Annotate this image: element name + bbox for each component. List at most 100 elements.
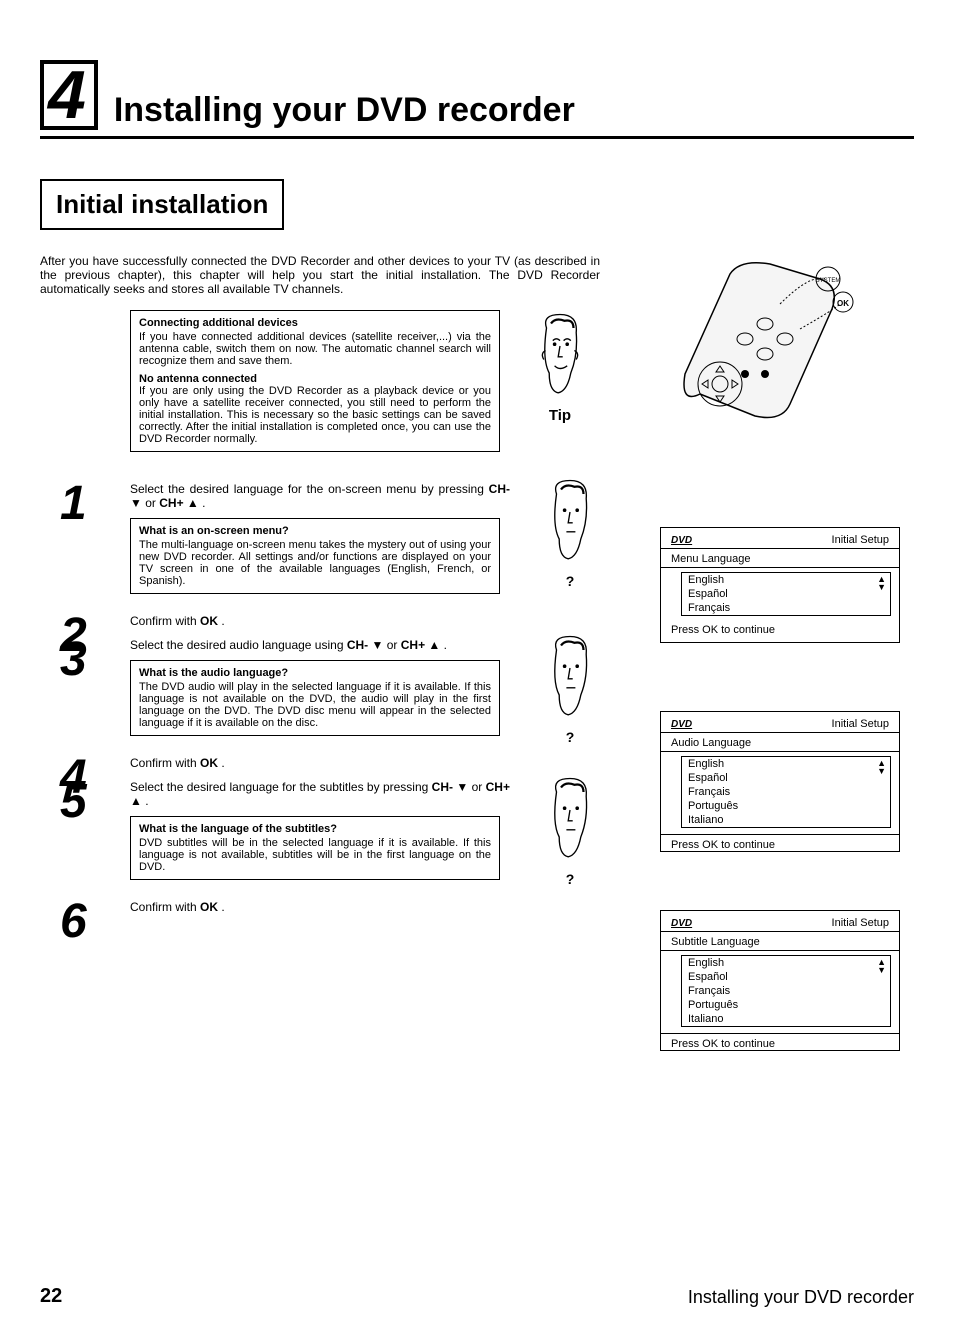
osd-section-label: Audio Language xyxy=(661,733,899,752)
text: . xyxy=(444,638,447,652)
list-item: English xyxy=(682,956,890,970)
face-question-icon: ? xyxy=(530,774,610,887)
osd-title: Initial Setup xyxy=(832,718,889,730)
text: Confirm with xyxy=(130,614,200,628)
dvd-logo: DVD xyxy=(671,535,692,546)
step-4: 4 Confirm with OK . xyxy=(40,756,640,770)
text: . xyxy=(221,756,224,770)
osd-footer: Press OK to continue xyxy=(661,1033,899,1050)
down-arrow-icon: ▼ xyxy=(453,780,468,794)
dvd-logo: DVD xyxy=(671,918,692,929)
step-text: Select the desired language for the on-s… xyxy=(130,482,510,510)
note-body: The DVD audio will play in the selected … xyxy=(139,681,491,729)
tip-label: Tip xyxy=(520,407,600,424)
text: Select the desired language for the subt… xyxy=(130,780,432,794)
ch-plus-label: CH+ xyxy=(159,496,183,510)
osd-menu-language: DVD Initial Setup Menu Language ▲▼ Engli… xyxy=(660,527,900,643)
note-body: The multi-language on-screen menu takes … xyxy=(139,539,491,587)
ok-label: OK xyxy=(837,299,849,308)
page-footer: 22 Installing your DVD recorder xyxy=(40,1285,914,1308)
note-box-subtitle: What is the language of the subtitles? D… xyxy=(130,816,500,880)
step-3: 3 Select the desired audio language usin… xyxy=(40,638,640,652)
ok-label: OK xyxy=(200,614,218,628)
note-title: Connecting additional devices xyxy=(139,317,491,329)
osd-title: Initial Setup xyxy=(832,534,889,546)
note-body: DVD subtitles will be in the selected la… xyxy=(139,837,491,873)
step-number: 1 xyxy=(60,476,87,531)
osd-list: ▲▼ English Español Français xyxy=(681,572,891,616)
step-text: Confirm with OK . xyxy=(130,756,510,770)
osd-section-label: Subtitle Language xyxy=(661,932,899,951)
list-item: Español xyxy=(682,771,890,785)
text: Confirm with xyxy=(130,756,200,770)
step-text: Confirm with OK . xyxy=(130,900,510,914)
note-box-osd: What is an on-screen menu? The multi-lan… xyxy=(130,518,500,594)
text: Select the desired audio language using xyxy=(130,638,347,652)
osd-list: ▲▼ English Español Français Português It… xyxy=(681,955,891,1027)
note-title: What is the language of the subtitles? xyxy=(139,823,491,835)
list-item: Français xyxy=(682,984,890,998)
step-6: 6 Confirm with OK . xyxy=(40,900,640,914)
text: . xyxy=(221,614,224,628)
up-arrow-icon: ▲ xyxy=(184,496,199,510)
step-number: 6 xyxy=(60,894,87,949)
text: Select the desired language for the on-s… xyxy=(130,482,489,496)
list-item: Español xyxy=(682,587,890,601)
list-item: Français xyxy=(682,785,890,799)
system-label: SYSTEM xyxy=(816,278,841,284)
question-mark-icon: ? xyxy=(530,871,610,887)
step-number: 5 xyxy=(60,774,87,829)
step-5: 5 Select the desired language for the su… xyxy=(40,780,640,808)
page-number: 22 xyxy=(40,1285,62,1308)
step-text: Confirm with OK . xyxy=(130,614,510,628)
scroll-arrows-icon: ▲▼ xyxy=(877,575,886,591)
step-text: Select the desired language for the subt… xyxy=(130,780,510,808)
chapter-title: Installing your DVD recorder xyxy=(114,91,575,130)
chapter-number: 4 xyxy=(40,60,98,130)
ch-plus-label: CH+ xyxy=(486,780,510,794)
ok-label: OK xyxy=(200,900,218,914)
step-text: Select the desired audio language using … xyxy=(130,638,510,652)
list-item: Italiano xyxy=(682,813,890,827)
list-item: Français xyxy=(682,601,890,615)
footer-title: Installing your DVD recorder xyxy=(688,1287,914,1308)
ch-minus-label: CH- xyxy=(432,780,453,794)
note-body2: If you are only using the DVD Recorder a… xyxy=(139,385,491,445)
osd-title: Initial Setup xyxy=(832,917,889,929)
intro-paragraph: After you have successfully connected th… xyxy=(40,254,600,296)
text: . xyxy=(145,794,148,808)
osd-audio-language: DVD Initial Setup Audio Language ▲▼ Engl… xyxy=(660,711,900,852)
list-item: English xyxy=(682,757,890,771)
note-subtitle: No antenna connected xyxy=(139,373,491,385)
text: . xyxy=(221,900,224,914)
step-2: 2 Confirm with OK . xyxy=(40,614,640,628)
list-item: English xyxy=(682,573,890,587)
text: or xyxy=(145,496,159,510)
osd-list: ▲▼ English Español Français Português It… xyxy=(681,756,891,828)
up-arrow-icon: ▲ xyxy=(130,794,142,808)
text: Confirm with xyxy=(130,900,200,914)
scroll-arrows-icon: ▲▼ xyxy=(877,759,886,775)
note-box-audio: What is the audio language? The DVD audi… xyxy=(130,660,500,736)
question-mark-icon: ? xyxy=(530,573,610,589)
note-box-devices: Connecting additional devices If you hav… xyxy=(130,310,500,452)
osd-footer: Press OK to continue xyxy=(661,834,899,851)
ch-minus-label: CH- xyxy=(347,638,368,652)
left-column: After you have successfully connected th… xyxy=(40,254,640,914)
osd-footer: Press OK to continue xyxy=(661,622,899,642)
down-arrow-icon: ▼ xyxy=(368,638,383,652)
step-number: 3 xyxy=(60,632,87,687)
ok-label: OK xyxy=(200,756,218,770)
list-item: Português xyxy=(682,998,890,1012)
note-title: What is the audio language? xyxy=(139,667,491,679)
list-item: Español xyxy=(682,970,890,984)
ch-minus-label: CH- xyxy=(489,482,510,496)
text: or xyxy=(387,638,401,652)
step-1: 1 Select the desired language for the on… xyxy=(40,482,640,510)
dvd-logo: DVD xyxy=(671,719,692,730)
face-question-icon: ? xyxy=(530,632,610,745)
osd-subtitle-language: DVD Initial Setup Subtitle Language ▲▼ E… xyxy=(660,910,900,1051)
scroll-arrows-icon: ▲▼ xyxy=(877,958,886,974)
chapter-header: 4 Installing your DVD recorder xyxy=(40,60,914,139)
face-question-icon: ? xyxy=(530,476,610,589)
